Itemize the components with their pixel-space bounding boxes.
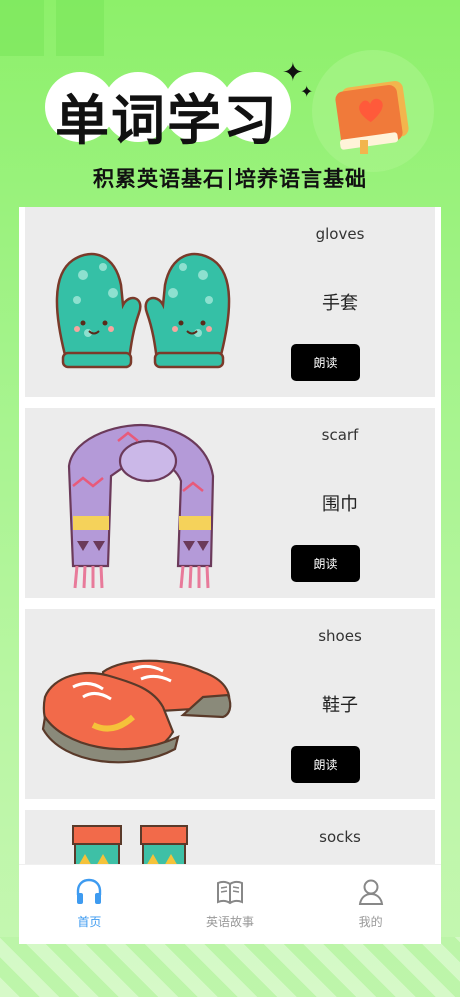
sneakers-image — [41, 659, 232, 764]
tab-label: 我的 — [358, 915, 383, 929]
word-english: gloves — [315, 225, 365, 243]
book-icon — [217, 880, 243, 905]
word-list[interactable]: gloves 手套 朗读 scarf 围巾 朗读 shoes 鞋子 朗读 soc… — [19, 207, 441, 864]
tab-bar: 首页 英语故事 我的 — [19, 864, 441, 944]
header: 单词学习 ✦ ✦ 积累英语基石 培养语言基础 — [0, 0, 460, 205]
subtitle: 积累英语基石 培养语言基础 — [0, 163, 460, 193]
tab-label: 英语故事 — [206, 915, 255, 929]
tab-profile[interactable]: 我的 — [300, 865, 441, 944]
subtitle-divider — [229, 168, 231, 190]
word-card: scarf 围巾 朗读 — [25, 408, 435, 598]
sparkle-icon: ✦ — [300, 82, 314, 101]
tab-stories[interactable]: 英语故事 — [160, 865, 301, 944]
title-wrap: 单词学习 — [45, 72, 295, 152]
word-chinese: 手套 — [322, 293, 358, 314]
book-heart-icon — [335, 80, 409, 154]
word-chinese: 围巾 — [322, 494, 358, 515]
socks-image — [72, 825, 188, 864]
mittens-image — [55, 252, 231, 369]
word-card: socks — [25, 810, 435, 864]
word-card: shoes 鞋子 朗读 — [25, 609, 435, 799]
headphones-icon — [77, 878, 102, 904]
word-card: gloves 手套 朗读 — [25, 207, 435, 397]
word-english: socks — [319, 828, 361, 846]
scarf-image — [67, 424, 215, 589]
user-icon — [358, 879, 383, 905]
subtitle-left: 积累英语基石 — [93, 167, 225, 191]
subtitle-right: 培养语言基础 — [235, 167, 367, 191]
page-title: 单词学习 — [55, 89, 279, 152]
word-english: scarf — [321, 426, 359, 444]
word-english: shoes — [318, 627, 362, 645]
read-aloud-button[interactable]: 朗读 — [291, 344, 360, 381]
word-chinese: 鞋子 — [322, 695, 358, 716]
bg-pattern — [0, 937, 460, 997]
tab-label: 首页 — [77, 915, 102, 929]
read-aloud-button[interactable]: 朗读 — [291, 746, 360, 783]
read-aloud-button[interactable]: 朗读 — [291, 545, 360, 582]
app-panel: gloves 手套 朗读 scarf 围巾 朗读 shoes 鞋子 朗读 soc… — [19, 207, 441, 944]
tab-home[interactable]: 首页 — [19, 865, 160, 944]
